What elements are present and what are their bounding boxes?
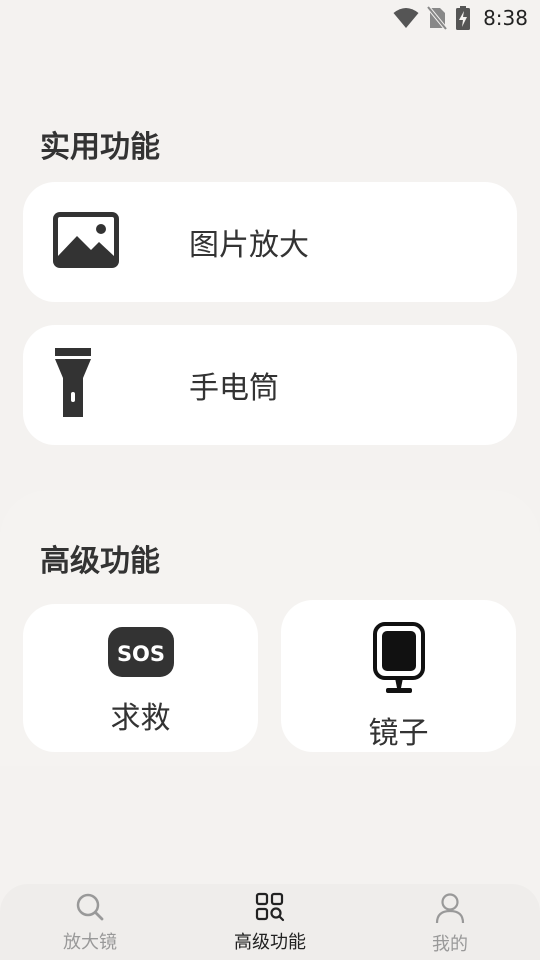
sos-label: 求救: [110, 701, 171, 736]
image-zoom-card[interactable]: 图片放大: [23, 182, 517, 302]
battery-charging-icon: [455, 6, 471, 30]
bottom-nav: 放大镜 高级功能 我的: [0, 884, 540, 960]
wifi-icon: [393, 7, 419, 29]
sos-tile[interactable]: SOS 求救: [23, 604, 258, 752]
mirror-label: 镜子: [368, 716, 429, 751]
sos-icon: SOS: [107, 627, 174, 681]
user-icon: [435, 892, 465, 928]
flashlight-icon: [53, 348, 93, 422]
sos-icon-text: SOS: [116, 642, 164, 666]
nav-label-advanced: 高级功能: [234, 932, 306, 953]
mirror-icon: [372, 622, 425, 698]
status-time: 8:38: [483, 6, 528, 30]
section-title-advanced: 高级功能: [40, 544, 160, 579]
grid-search-icon: [255, 892, 285, 926]
image-zoom-label: 图片放大: [189, 228, 309, 263]
nav-label-magnifier: 放大镜: [63, 932, 117, 953]
status-bar: 8:38: [0, 0, 540, 36]
no-sim-icon: [427, 6, 448, 30]
flashlight-card[interactable]: 手电筒: [23, 325, 517, 445]
mirror-tile[interactable]: 镜子: [281, 600, 516, 752]
image-icon: [53, 212, 119, 272]
search-icon: [75, 892, 105, 926]
nav-profile[interactable]: 我的: [360, 884, 540, 956]
nav-advanced[interactable]: 高级功能: [180, 884, 360, 954]
section-title-practical: 实用功能: [40, 130, 160, 165]
nav-label-profile: 我的: [432, 934, 468, 955]
flashlight-label: 手电筒: [189, 371, 279, 406]
nav-magnifier[interactable]: 放大镜: [0, 884, 180, 954]
